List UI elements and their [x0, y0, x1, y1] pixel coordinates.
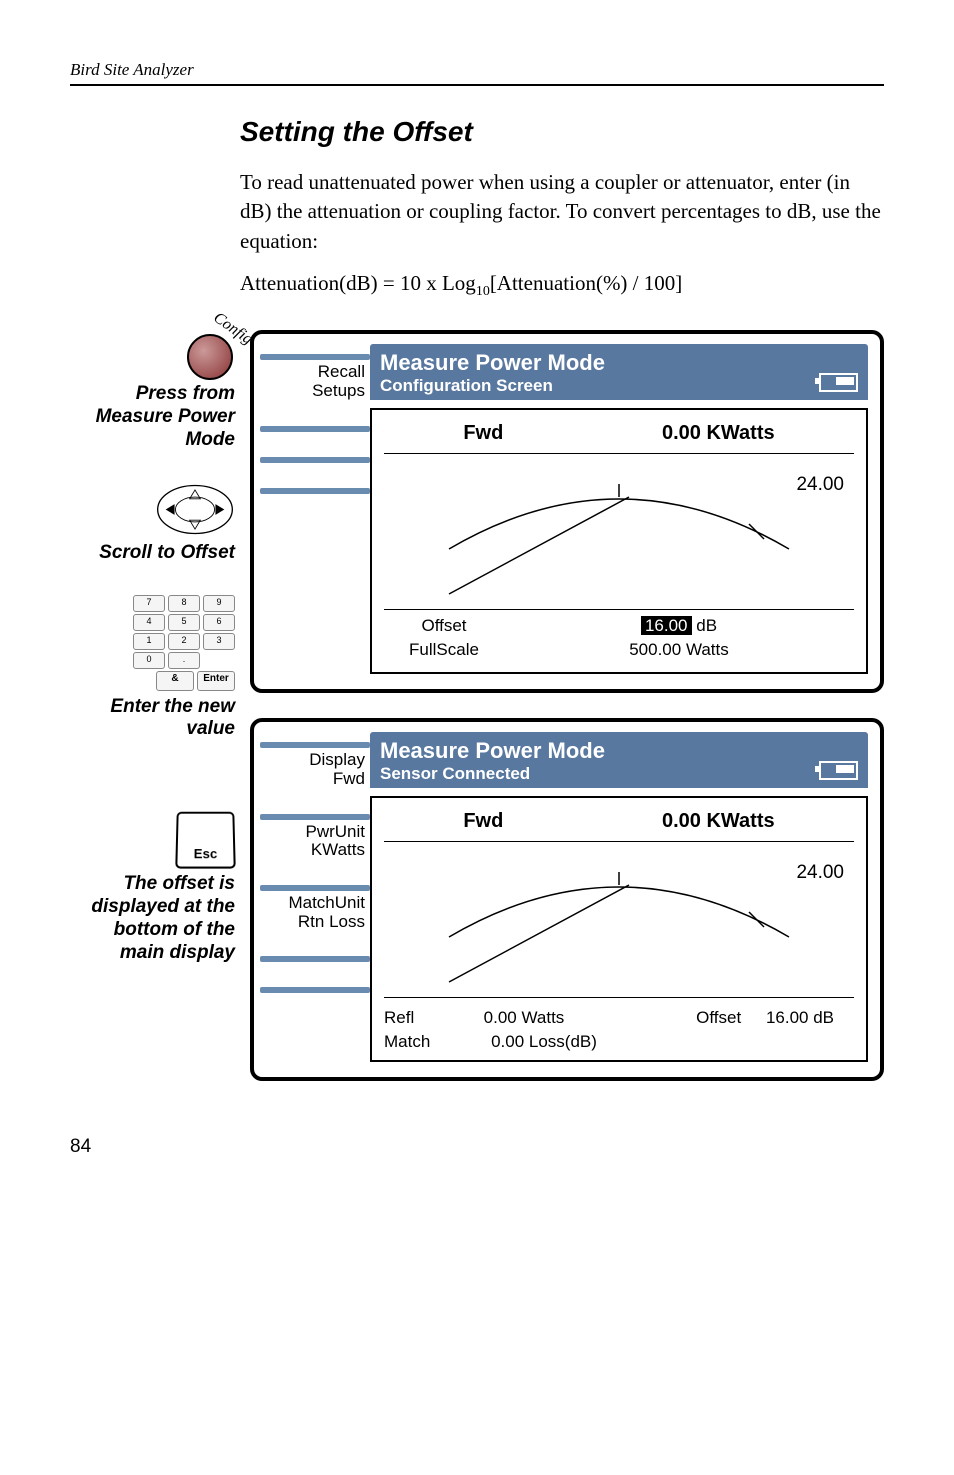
refl-label: Refl — [384, 1008, 444, 1028]
dpad-icon — [155, 482, 235, 537]
match-label: Match — [384, 1032, 444, 1052]
softkey-display: DisplayFwd — [260, 751, 370, 788]
step-1-label: Press from Measure Power Mode — [70, 383, 235, 451]
formula: Attenuation(dB) = 10 x Log10[Attenuation… — [240, 271, 884, 300]
fwd-value-2: 0.00 KWatts — [662, 810, 775, 833]
offset-value: 16.00 — [641, 616, 692, 635]
screen2-title: Measure Power Mode — [380, 738, 605, 764]
fwd-label: Fwd — [463, 422, 503, 445]
config-button-icon: Config — [187, 330, 235, 378]
fwd-value: 0.00 KWatts — [662, 422, 775, 445]
match-value: 0.00 Loss(dB) — [464, 1032, 624, 1052]
running-header: Bird Site Analyzer — [70, 60, 884, 86]
battery-icon — [819, 373, 858, 392]
softkey-matchunit: MatchUnitRtn Loss — [260, 894, 370, 931]
screen2-subtitle: Sensor Connected — [380, 764, 605, 784]
softkey-recall: RecallSetups — [260, 363, 370, 400]
refl-value: 0.00 Watts — [464, 1008, 584, 1028]
step-3-label: Enter the new value — [70, 696, 235, 742]
screen1-title: Measure Power Mode — [380, 350, 605, 376]
page-number: 84 — [70, 1136, 884, 1158]
body-paragraph: To read unattenuated power when using a … — [240, 168, 884, 256]
step-2-label: Scroll to Offset — [70, 542, 235, 565]
fullscale-value: 500.00 Watts — [504, 640, 854, 660]
step-4-label: The offset is displayed at the bottom of… — [70, 873, 235, 964]
config-screen: RecallSetups Measure Power ModeConfigura… — [250, 330, 884, 693]
screen1-subtitle: Configuration Screen — [380, 376, 605, 396]
keypad-icon: 789 456 123 0. &Enter — [125, 595, 235, 691]
fwd-label-2: Fwd — [463, 810, 503, 833]
offset-label-2: Offset — [696, 1008, 741, 1028]
meter-gauge-2: 24.00 — [384, 847, 854, 987]
fullscale-label: FullScale — [384, 640, 504, 660]
main-screen: DisplayFwd PwrUnitKWatts MatchUnitRtn Lo… — [250, 718, 884, 1081]
meter-gauge: 24.00 — [384, 459, 854, 599]
esc-key-icon: Esc — [175, 812, 236, 869]
section-title: Setting the Offset — [240, 116, 884, 148]
offset-value-2: 16.00 dB — [766, 1008, 834, 1028]
softkey-pwrunit: PwrUnitKWatts — [260, 823, 370, 860]
battery-icon — [819, 761, 858, 780]
offset-label: Offset — [384, 616, 504, 636]
